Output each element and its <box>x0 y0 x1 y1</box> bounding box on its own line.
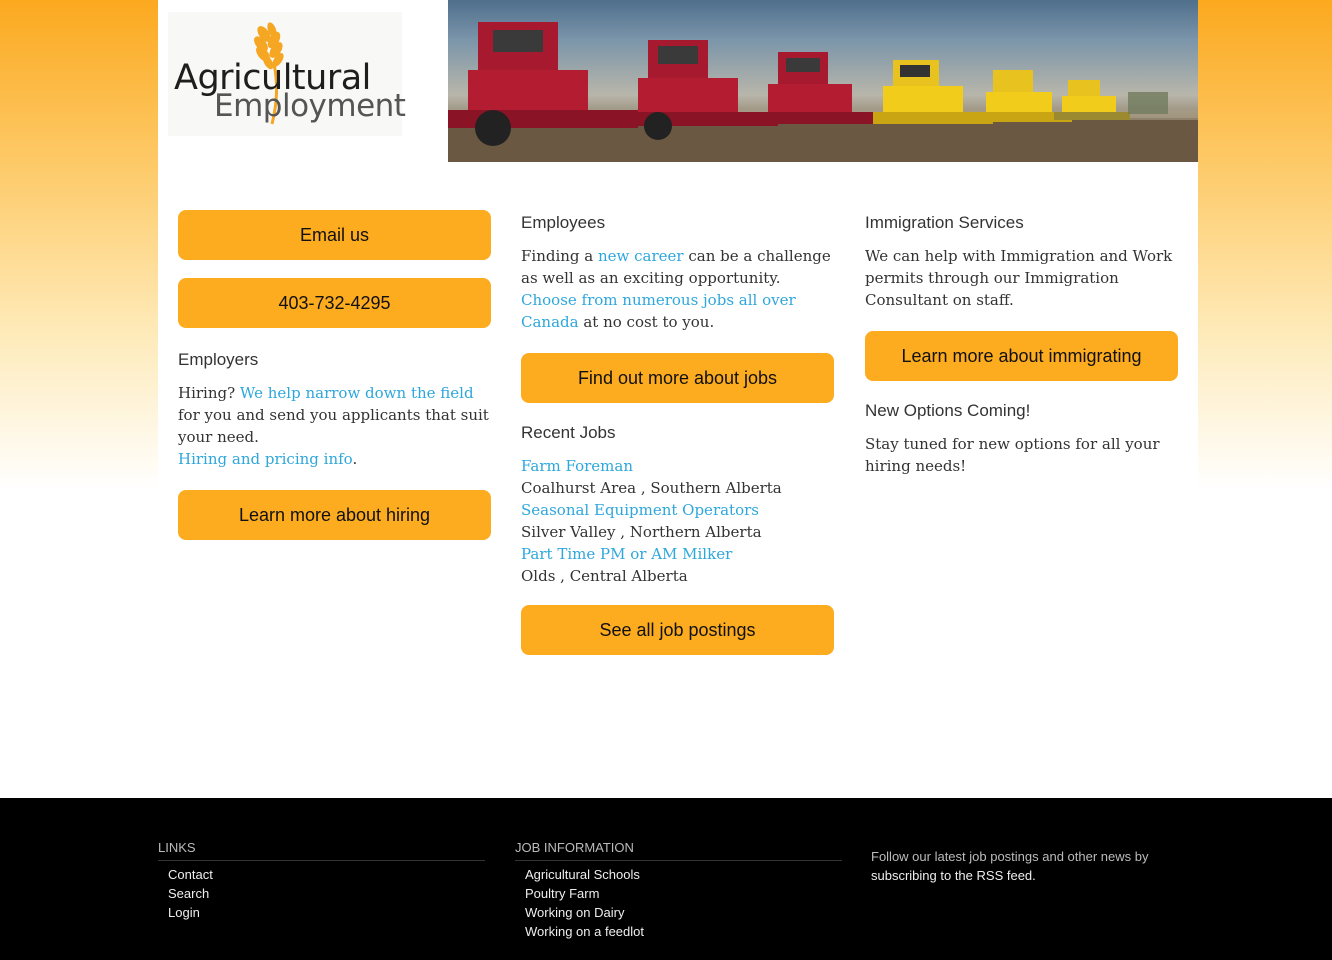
pricing-info-link[interactable]: Hiring and pricing info <box>178 450 352 468</box>
footer-link-search[interactable]: Search <box>168 884 485 903</box>
immigration-column: Immigration Services We can help with Im… <box>865 210 1178 477</box>
header-banner-image <box>448 0 1198 162</box>
hiring-text: Hiring? <box>178 384 240 402</box>
email-us-button[interactable]: Email us <box>178 210 491 260</box>
page-container: Agricultural Employment Email us 403-732… <box>158 0 1198 798</box>
header-logo-area: Agricultural Employment <box>158 0 448 162</box>
employees-text-3: at no cost to you. <box>578 313 715 331</box>
footer-links-section: LINKS Contact Search Login <box>158 840 485 922</box>
hiring-text-cont: for you and send you applicants that sui… <box>178 406 489 446</box>
pricing-period: . <box>352 450 358 468</box>
recent-jobs-heading: Recent Jobs <box>521 423 616 442</box>
job-location: Coalhurst Area , Southern Alberta <box>521 479 782 497</box>
footer-jobinfo-heading: JOB INFORMATION <box>515 840 842 861</box>
footer-link-working-dairy[interactable]: Working on Dairy <box>525 903 842 922</box>
employees-text: Finding a new career can be a challenge … <box>521 245 834 333</box>
learn-more-hiring-button[interactable]: Learn more about hiring <box>178 490 491 540</box>
phone-button[interactable]: 403-732-4295 <box>178 278 491 328</box>
find-out-jobs-button[interactable]: Find out more about jobs <box>521 353 834 403</box>
footer: LINKS Contact Search Login JOB INFORMATI… <box>0 798 1332 960</box>
footer-link-agricultural-schools[interactable]: Agricultural Schools <box>525 865 842 884</box>
employers-heading: Employers <box>178 350 259 369</box>
footer-rss-text: Follow our latest job postings and other… <box>871 847 1171 885</box>
employers-column: Email us 403-732-4295 Employers Hiring? … <box>178 210 491 540</box>
job-location: Olds , Central Alberta <box>521 567 688 585</box>
employees-text-1: Finding a <box>521 247 599 265</box>
logo-text-employment: Employment <box>214 88 406 124</box>
see-all-jobs-button[interactable]: See all job postings <box>521 605 834 655</box>
employees-column: Employees Finding a new career can be a … <box>521 210 834 655</box>
rss-feed-link[interactable]: subscribing to the RSS feed. <box>871 868 1036 883</box>
footer-link-contact[interactable]: Contact <box>168 865 485 884</box>
employers-text: Hiring? We help narrow down the field fo… <box>178 382 491 470</box>
job-location: Silver Valley , Northern Alberta <box>521 523 762 541</box>
narrow-field-link[interactable]: We help narrow down the field <box>240 384 474 402</box>
site-logo[interactable]: Agricultural Employment <box>168 12 406 136</box>
new-career-link[interactable]: new career <box>598 247 684 265</box>
new-options-heading: New Options Coming! <box>865 401 1031 420</box>
immigration-heading: Immigration Services <box>865 213 1024 232</box>
footer-link-working-feedlot[interactable]: Working on a feedlot <box>525 922 842 941</box>
rss-text: Follow our latest job postings and other… <box>871 849 1149 864</box>
footer-link-login[interactable]: Login <box>168 903 485 922</box>
immigration-text: We can help with Immigration and Work pe… <box>865 247 1173 309</box>
employees-heading: Employees <box>521 213 606 232</box>
footer-jobinfo-section: JOB INFORMATION Agricultural Schools Pou… <box>515 840 842 941</box>
footer-links-heading: LINKS <box>158 840 485 861</box>
job-title-link[interactable]: Seasonal Equipment Operators <box>521 499 834 521</box>
job-title-link[interactable]: Farm Foreman <box>521 455 834 477</box>
new-options-text: Stay tuned for new options for all your … <box>865 435 1160 475</box>
job-title-link[interactable]: Part Time PM or AM Milker <box>521 543 834 565</box>
learn-more-immigrating-button[interactable]: Learn more about immigrating <box>865 331 1178 381</box>
recent-jobs-list: Farm Foreman Coalhurst Area , Southern A… <box>521 455 834 587</box>
combine-harvesters-image <box>448 22 1198 162</box>
footer-link-poultry-farm[interactable]: Poultry Farm <box>525 884 842 903</box>
